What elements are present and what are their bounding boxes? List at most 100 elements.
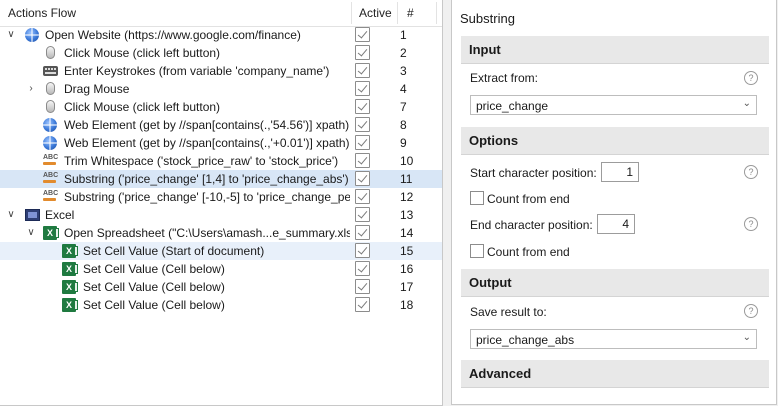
mouse-icon — [46, 82, 55, 95]
count-from-end-start-checkbox[interactable] — [470, 191, 484, 205]
action-number: 7 — [400, 100, 407, 114]
action-number: 13 — [400, 208, 414, 222]
options-section-header[interactable]: Options — [461, 127, 769, 155]
active-checkbox[interactable] — [355, 27, 370, 42]
flow-row-excel[interactable]: ∨ Excel 13 — [0, 206, 442, 224]
flow-row-web-element[interactable]: Web Element (get by //span[contains(.,'5… — [0, 116, 442, 134]
mouse-icon — [46, 100, 55, 113]
advanced-section-header[interactable]: Advanced — [461, 360, 769, 388]
column-separator — [397, 2, 398, 24]
help-icon[interactable]: ? — [744, 165, 758, 179]
active-checkbox[interactable] — [355, 99, 370, 114]
action-number: 3 — [400, 64, 407, 78]
save-result-label: Save result to: — [470, 305, 547, 319]
flow-row-click-mouse[interactable]: Click Mouse (click left button) 2 — [0, 44, 442, 62]
chevron-down-icon[interactable]: ∨ — [6, 207, 16, 223]
flow-row-enter-keystrokes[interactable]: Enter Keystrokes (from variable 'company… — [0, 62, 442, 80]
active-checkbox[interactable] — [355, 297, 370, 312]
active-checkbox[interactable] — [355, 63, 370, 78]
flow-row-substring-selected[interactable]: ABC Substring ('price_change' [1,4] to '… — [0, 170, 442, 188]
active-checkbox[interactable] — [355, 243, 370, 258]
active-checkbox[interactable] — [355, 207, 370, 222]
extract-from-dropdown[interactable]: price_change ⌄ — [470, 95, 757, 115]
action-number: 15 — [400, 244, 414, 258]
globe-icon — [43, 118, 57, 132]
chevron-down-icon[interactable]: ∨ — [6, 27, 16, 43]
flow-row-trim-whitespace[interactable]: ABC Trim Whitespace ('stock_price_raw' t… — [0, 152, 442, 170]
action-label: Click Mouse (click left button) — [64, 46, 221, 60]
active-checkbox[interactable] — [355, 261, 370, 276]
action-label: Set Cell Value (Cell below) — [83, 298, 225, 312]
input-section-header[interactable]: Input — [461, 36, 769, 64]
text-abc-icon: ABC — [43, 154, 59, 168]
flow-row-set-cell-value[interactable]: X Set Cell Value (Cell below) 16 — [0, 260, 442, 278]
chevron-right-icon[interactable]: › — [26, 81, 36, 97]
flow-row-set-cell-value[interactable]: X Set Cell Value (Cell below) 17 — [0, 278, 442, 296]
action-label: Click Mouse (click left button) — [64, 100, 221, 114]
chevron-down-icon: ⌄ — [742, 98, 751, 109]
active-checkbox[interactable] — [355, 153, 370, 168]
column-active[interactable]: Active — [359, 6, 392, 20]
column-separator — [436, 2, 437, 24]
flow-row-set-cell-value[interactable]: X Set Cell Value (Cell below) 18 — [0, 296, 442, 314]
end-position-input[interactable]: 4 — [597, 214, 635, 234]
action-number: 14 — [400, 226, 414, 240]
flow-row-web-element[interactable]: Web Element (get by //span[contains(.,'+… — [0, 134, 442, 152]
column-actions-flow[interactable]: Actions Flow — [8, 6, 76, 20]
start-position-input[interactable]: 1 — [601, 162, 639, 182]
action-label: Set Cell Value (Cell below) — [83, 280, 225, 294]
action-label: Open Spreadsheet ("C:\Users\amash...e_su… — [64, 226, 350, 240]
active-checkbox[interactable] — [355, 135, 370, 150]
substring-properties-panel: Substring Input Extract from: ? price_ch… — [451, 0, 777, 405]
actions-flow-header: Actions Flow Active # — [0, 0, 442, 27]
text-abc-icon: ABC — [43, 172, 59, 186]
flow-row-open-spreadsheet[interactable]: ∨ X Open Spreadsheet ("C:\Users\amash...… — [0, 224, 442, 242]
mouse-icon — [46, 46, 55, 59]
output-section-header[interactable]: Output — [461, 269, 769, 297]
help-icon[interactable]: ? — [744, 71, 758, 85]
help-icon[interactable]: ? — [744, 217, 758, 231]
flow-row-drag-mouse[interactable]: › Drag Mouse 4 — [0, 80, 442, 98]
active-checkbox[interactable] — [355, 171, 370, 186]
dropdown-value: price_change — [476, 99, 549, 113]
help-icon[interactable]: ? — [744, 304, 758, 318]
spreadsheet-icon: X — [62, 262, 78, 276]
globe-icon — [43, 136, 57, 150]
active-checkbox[interactable] — [355, 45, 370, 60]
action-label: Open Website (https://www.google.com/fin… — [45, 28, 301, 42]
flow-row-open-website[interactable]: ∨ Open Website (https://www.google.com/f… — [0, 26, 442, 44]
section-title: Input — [469, 42, 501, 57]
action-number: 17 — [400, 280, 414, 294]
section-title: Output — [469, 275, 512, 290]
flow-row-substring[interactable]: ABC Substring ('price_change' [-10,-5] t… — [0, 188, 442, 206]
action-label: Web Element (get by //span[contains(.,'+… — [64, 136, 350, 150]
action-number: 16 — [400, 262, 414, 276]
spreadsheet-icon: X — [62, 244, 78, 258]
spreadsheet-icon: X — [43, 226, 59, 240]
active-checkbox[interactable] — [355, 189, 370, 204]
save-result-dropdown[interactable]: price_change_abs ⌄ — [470, 329, 757, 349]
action-number: 10 — [400, 154, 414, 168]
keyboard-icon — [43, 66, 58, 76]
panel-title: Substring — [460, 11, 515, 26]
extract-from-label: Extract from: — [470, 71, 539, 85]
column-separator — [351, 2, 352, 24]
active-checkbox[interactable] — [355, 279, 370, 294]
action-label: Excel — [45, 208, 75, 222]
action-number: 12 — [400, 190, 414, 204]
column-number[interactable]: # — [407, 6, 414, 20]
excel-app-icon — [25, 209, 40, 221]
flow-row-click-mouse[interactable]: Click Mouse (click left button) 7 — [0, 98, 442, 116]
active-checkbox[interactable] — [355, 117, 370, 132]
action-label: Substring ('price_change' [-10,-5] to 'p… — [64, 190, 350, 204]
count-from-end-end-checkbox[interactable] — [470, 244, 484, 258]
action-number: 18 — [400, 298, 414, 312]
active-checkbox[interactable] — [355, 225, 370, 240]
end-position-label: End character position: — [470, 218, 593, 232]
active-checkbox[interactable] — [355, 81, 370, 96]
text-abc-icon: ABC — [43, 190, 59, 204]
flow-row-set-cell-value[interactable]: X Set Cell Value (Start of document) 15 — [0, 242, 442, 260]
action-label: Set Cell Value (Start of document) — [83, 244, 265, 258]
action-label: Trim Whitespace ('stock_price_raw' to 's… — [64, 154, 339, 168]
chevron-down-icon[interactable]: ∨ — [26, 225, 36, 241]
